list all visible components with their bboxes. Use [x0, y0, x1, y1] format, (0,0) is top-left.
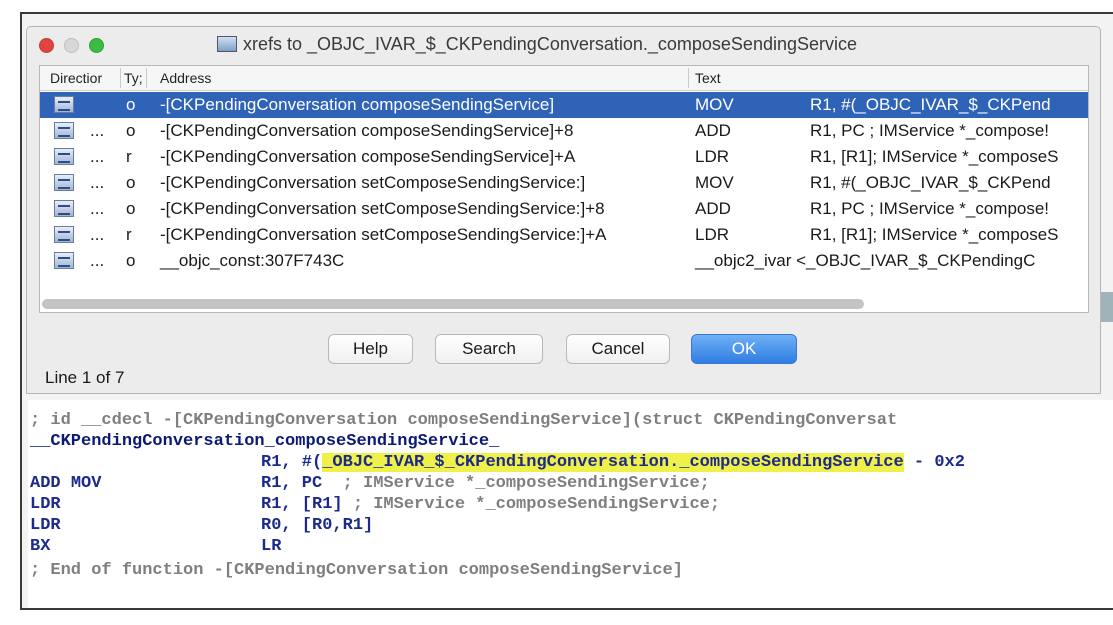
- xref-icon: [54, 174, 74, 191]
- xref-icon: [54, 226, 74, 243]
- minimize-window-button[interactable]: [64, 38, 79, 53]
- row-text-operands: R1, PC ; IMService *_compose!: [810, 121, 1050, 140]
- row-type: o: [126, 251, 136, 270]
- mnemonic: MOV: [70, 474, 102, 493]
- cancel-button[interactable]: Cancel: [566, 334, 670, 364]
- table-row[interactable]: ... o __objc_const:307F743C __objc2_ivar…: [40, 248, 1088, 274]
- table-row[interactable]: o -[CKPendingConversation composeSending…: [40, 92, 1088, 118]
- table-row[interactable]: ... o -[CKPendingConversation setCompose…: [40, 170, 1088, 196]
- xref-icon: [54, 96, 74, 113]
- row-direction: ...: [90, 251, 105, 270]
- asm-operands-add: R1, PC ; IMService *_composeSendingServi…: [261, 474, 710, 493]
- asm-operands-mov: R1, #(_OBJC_IVAR_$_CKPendingConversation…: [261, 453, 965, 472]
- asm-operands-ldr: R1, [R1] ; IMService *_composeSendingSer…: [261, 495, 721, 514]
- asm-line-ldr[interactable]: LDR: [30, 494, 61, 515]
- row-text-mnemonic: LDR: [695, 225, 730, 244]
- asm-operands-ldr-2: R0, [R0,R1]: [261, 516, 374, 535]
- table-row[interactable]: ... o -[CKPendingConversation composeSen…: [40, 118, 1088, 144]
- xref-icon: [54, 252, 74, 269]
- column-header-direction[interactable]: Directior: [50, 70, 120, 86]
- row-type: o: [126, 121, 136, 140]
- row-text-operands: R1, #(_OBJC_IVAR_$_CKPend: [810, 173, 1051, 192]
- column-header-text[interactable]: Text: [695, 70, 721, 86]
- table-row[interactable]: ... o -[CKPendingConversation setCompose…: [40, 196, 1088, 222]
- row-address: -[CKPendingConversation setComposeSendin…: [160, 173, 586, 192]
- column-header-type[interactable]: Ty;: [124, 70, 142, 86]
- horizontal-scrollbar[interactable]: [42, 297, 1086, 311]
- asm-line-add[interactable]: ADD: [30, 473, 61, 494]
- row-type: o: [126, 173, 136, 192]
- table-row[interactable]: ... r -[CKPendingConversation setCompose…: [40, 222, 1088, 248]
- disassembly-view[interactable]: ; id __cdecl -[CKPendingConversation com…: [28, 400, 1113, 608]
- row-text-mnemonic: __objc2_ivar <_OBJC_IVAR_$_CKPendingC: [695, 251, 1036, 270]
- function-end-comment: ; End of function -[CKPendingConversatio…: [30, 561, 683, 580]
- highlighted-symbol[interactable]: _OBJC_IVAR_$_CKPendingConversation._comp…: [322, 453, 904, 472]
- row-text-operands: R1, [R1]; IMService *_composeS: [810, 147, 1059, 166]
- row-direction: ...: [90, 225, 105, 244]
- row-direction: ...: [90, 147, 105, 166]
- row-text-mnemonic: MOV: [695, 173, 734, 192]
- asm-operands-bx: LR: [261, 537, 282, 556]
- title-bar[interactable]: xrefs to _OBJC_IVAR_$_CKPendingConversat…: [27, 27, 1100, 59]
- xref-icon: [54, 148, 74, 165]
- row-type: r: [126, 225, 132, 244]
- row-direction: ...: [90, 121, 105, 140]
- row-direction: ...: [90, 199, 105, 218]
- window-title: xrefs to _OBJC_IVAR_$_CKPendingConversat…: [217, 34, 857, 55]
- xref-icon: [54, 122, 74, 139]
- close-window-button[interactable]: [39, 38, 54, 53]
- row-address: -[CKPendingConversation setComposeSendin…: [160, 199, 605, 218]
- row-address: -[CKPendingConversation composeSendingSe…: [160, 121, 574, 140]
- column-header-address[interactable]: Address: [160, 70, 211, 86]
- xref-icon: [54, 200, 74, 217]
- asm-line-bx[interactable]: BX: [30, 536, 50, 557]
- function-label[interactable]: __CKPendingConversation_composeSendingSe…: [30, 431, 499, 452]
- column-separator[interactable]: [146, 68, 147, 88]
- row-text-operands: R1, [R1]; IMService *_composeS: [810, 225, 1059, 244]
- xref-list-icon: [217, 36, 237, 52]
- row-address: -[CKPendingConversation setComposeSendin…: [160, 225, 607, 244]
- xrefs-dialog: xrefs to _OBJC_IVAR_$_CKPendingConversat…: [26, 26, 1101, 394]
- row-address: -[CKPendingConversation composeSendingSe…: [160, 147, 576, 166]
- help-button[interactable]: Help: [328, 334, 413, 364]
- row-text-mnemonic: LDR: [695, 147, 730, 166]
- row-type: r: [126, 147, 132, 166]
- column-separator[interactable]: [688, 68, 689, 88]
- row-text-mnemonic: ADD: [695, 121, 731, 140]
- row-text-mnemonic: MOV: [695, 95, 734, 114]
- search-button[interactable]: Search: [435, 334, 543, 364]
- status-line-count: Line 1 of 7: [45, 368, 125, 387]
- xrefs-table[interactable]: Directior Ty; Address Text o -[CKPending…: [39, 65, 1089, 313]
- row-text-operands: R1, PC ; IMService *_compose!: [810, 199, 1050, 218]
- row-address: __objc_const:307F743C: [160, 251, 345, 270]
- zoom-window-button[interactable]: [89, 38, 104, 53]
- row-direction: ...: [90, 173, 105, 192]
- row-address: -[CKPendingConversation composeSendingSe…: [160, 95, 555, 114]
- asm-line-ldr-2[interactable]: LDR: [30, 515, 61, 536]
- ok-button[interactable]: OK: [691, 334, 797, 364]
- table-header: Directior Ty; Address Text: [40, 66, 1088, 91]
- function-header-comment: ; id __cdecl -[CKPendingConversation com…: [30, 411, 898, 430]
- row-type: o: [126, 199, 136, 218]
- table-row[interactable]: ... r -[CKPendingConversation composeSen…: [40, 144, 1088, 170]
- row-type: o: [126, 95, 136, 114]
- row-text-operands: R1, #(_OBJC_IVAR_$_CKPend: [810, 95, 1051, 114]
- row-text-mnemonic: ADD: [695, 199, 731, 218]
- column-separator[interactable]: [120, 68, 121, 88]
- scrollbar-thumb[interactable]: [42, 299, 864, 309]
